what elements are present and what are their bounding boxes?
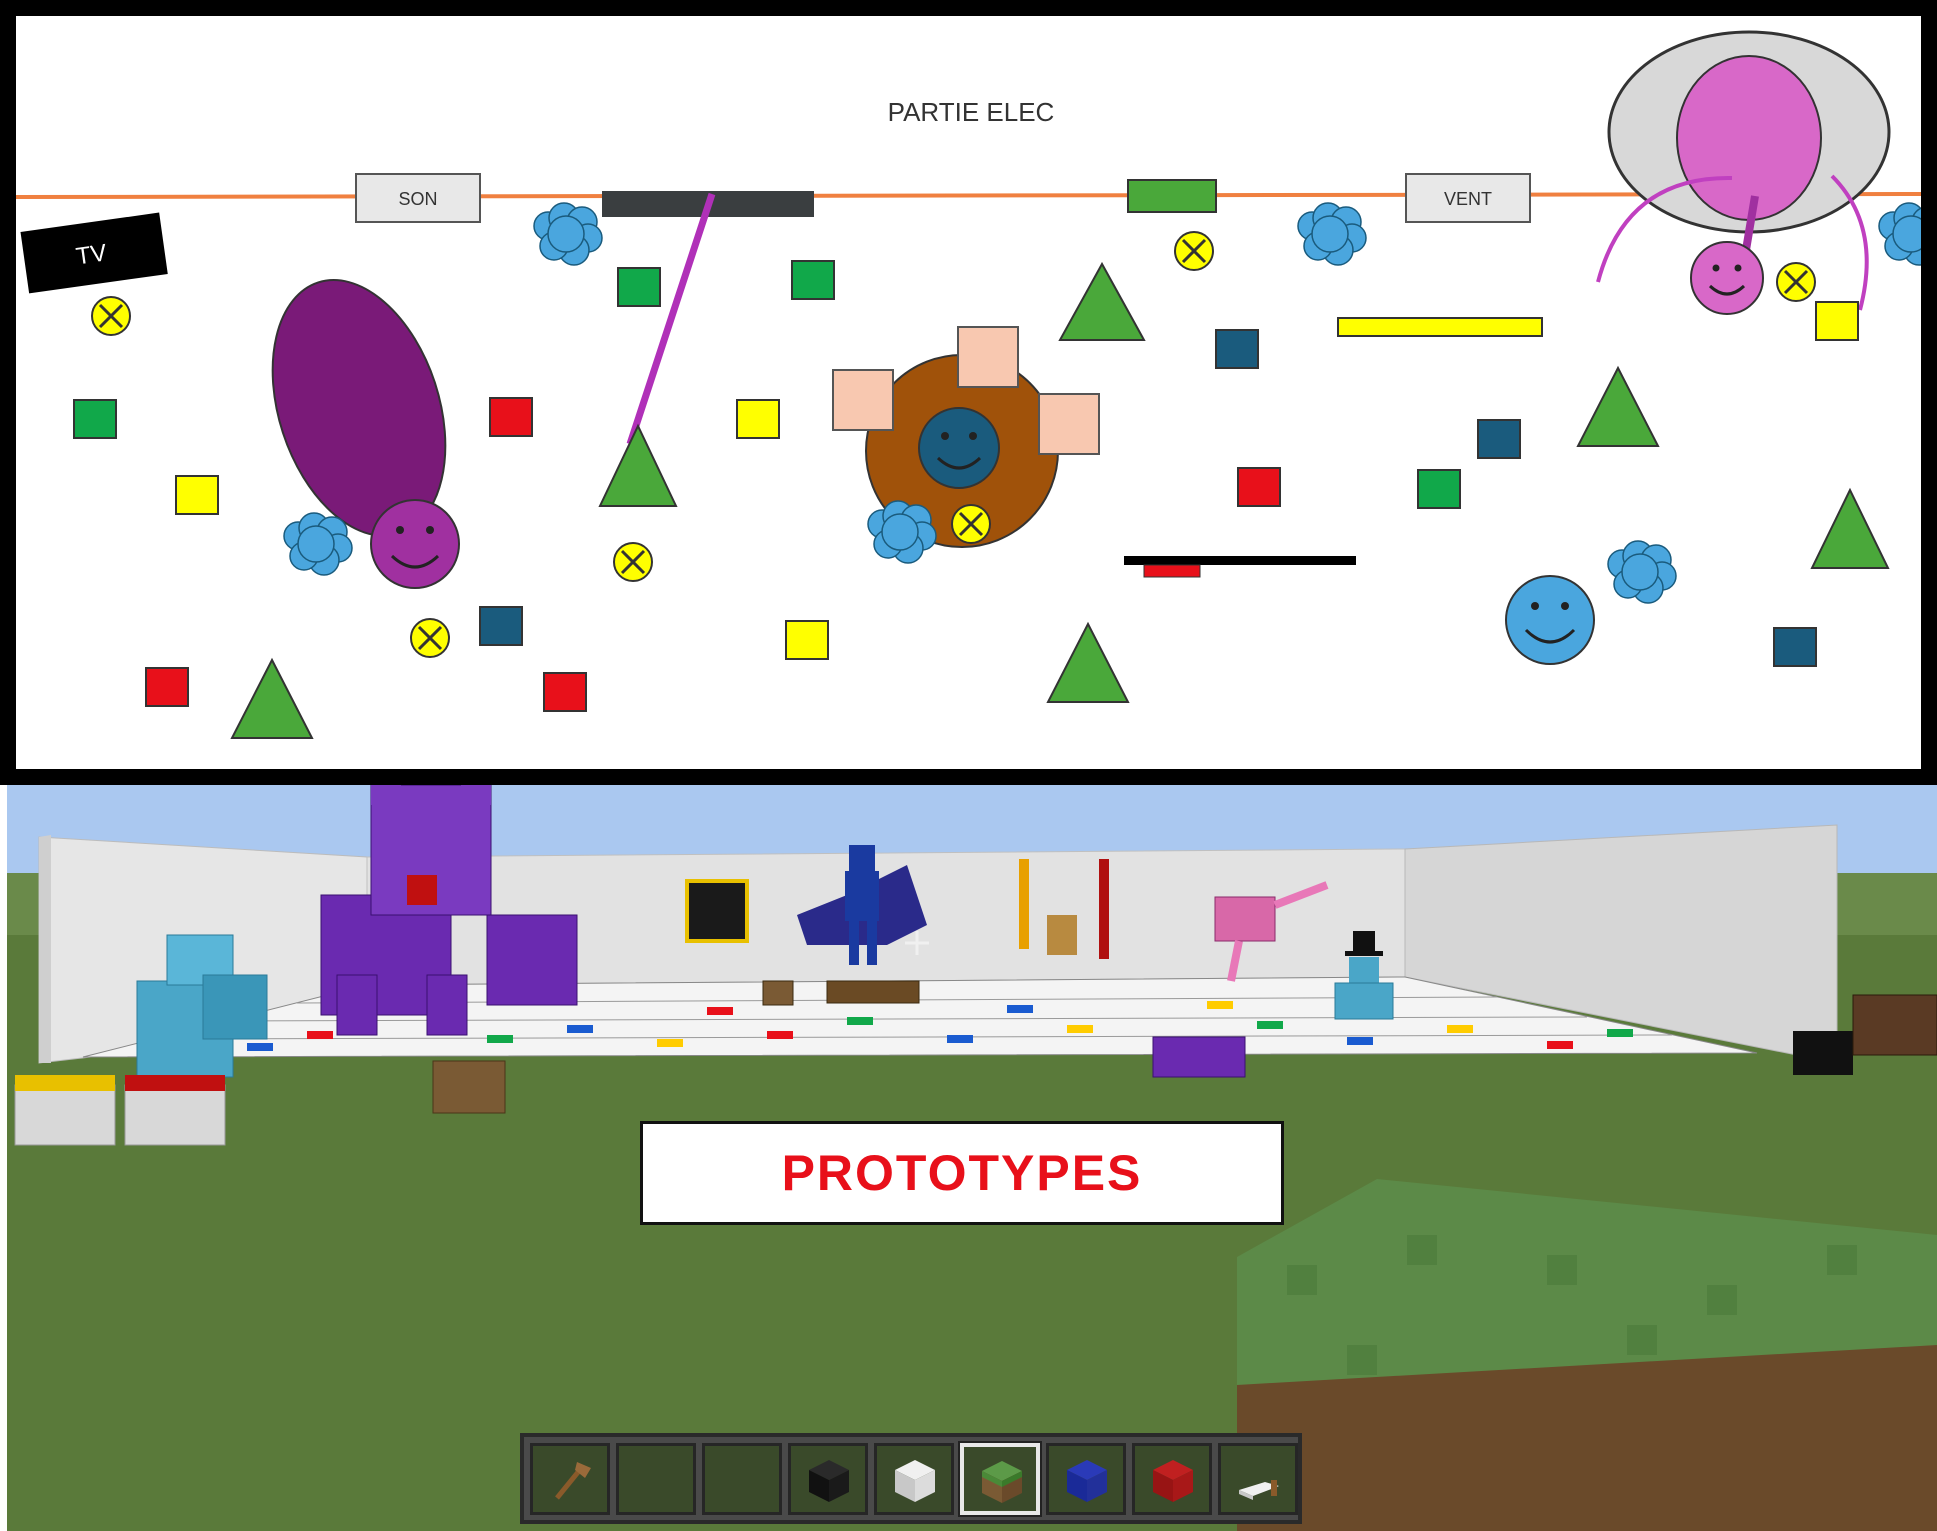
green-triangle <box>230 657 314 739</box>
blue-smiley-icon <box>1505 575 1595 665</box>
green-triangle <box>598 423 678 507</box>
cloud-icon <box>283 512 353 576</box>
black-bar <box>1124 556 1356 565</box>
peach-square <box>957 326 1019 388</box>
yellow-square <box>1815 301 1859 341</box>
lamp-icon <box>409 617 451 659</box>
purple-slab <box>1152 1036 1246 1078</box>
green-square <box>73 399 117 439</box>
yellow-square <box>785 620 829 660</box>
floor-plan-drawing: PARTIE ELEC TV SON VENT <box>16 30 1921 739</box>
held-grass-block <box>1237 1179 1937 1531</box>
hotbar-slot-axe[interactable] <box>530 1443 610 1515</box>
doorway <box>685 879 749 943</box>
green-triangle <box>1058 261 1146 341</box>
teal-square <box>1773 627 1817 667</box>
green-bar <box>1127 179 1217 213</box>
hotbar-slot-white-block[interactable] <box>874 1443 954 1515</box>
prototypes-text: PROTOTYPES <box>781 1145 1143 1201</box>
cloud-icon <box>1878 202 1921 266</box>
cloud-icon <box>867 500 937 564</box>
wind-label: VENT <box>1444 189 1492 209</box>
red-square <box>145 667 189 707</box>
hotbar-slot-bed[interactable] <box>1218 1443 1298 1515</box>
wooden-crate <box>432 1060 506 1114</box>
pink-body <box>1676 55 1822 221</box>
black-block-icon <box>809 1460 849 1502</box>
cloud-icon <box>533 202 603 266</box>
purple-smiley-icon <box>370 499 460 589</box>
cloud-icon <box>1297 202 1367 266</box>
hotbar-slot-grass-block-selected[interactable] <box>958 1441 1042 1517</box>
peach-square <box>832 369 894 431</box>
wooden-bench <box>1852 994 1937 1056</box>
yellow-bar <box>1337 317 1543 337</box>
green-triangle <box>1576 365 1660 447</box>
magenta-pole <box>626 192 716 446</box>
green-square <box>617 267 661 307</box>
lamp-icon <box>90 295 132 337</box>
red-pillar <box>1099 859 1109 959</box>
grass-block-icon <box>982 1461 1022 1503</box>
lamp-icon <box>950 503 992 545</box>
peach-square <box>1038 393 1100 455</box>
red-segment <box>1143 564 1201 578</box>
lamp-icon <box>612 541 654 583</box>
green-triangle <box>1810 487 1890 569</box>
prototypes-banner: PROTOTYPES <box>640 1121 1284 1225</box>
yellow-square <box>736 399 780 439</box>
red-square <box>543 672 587 712</box>
blue-block-icon <box>1067 1460 1107 1502</box>
teal-square <box>1215 329 1259 369</box>
lantern <box>1047 915 1077 955</box>
plan-frame: PARTIE ELEC TV SON VENT <box>0 0 1937 785</box>
lamp-icon <box>1775 261 1817 303</box>
axe-icon <box>555 1462 591 1500</box>
floor-plan: PARTIE ELEC TV SON VENT <box>16 16 1921 769</box>
hotbar-slot-blue-block[interactable] <box>1046 1443 1126 1515</box>
lamp-icon <box>1173 230 1215 272</box>
black-block <box>1793 1031 1853 1075</box>
red-square <box>489 397 533 437</box>
bed-icon <box>1239 1480 1279 1500</box>
teal-square <box>479 606 523 646</box>
teal-smiley-icon <box>918 407 1000 489</box>
pink-smiley-icon <box>1690 241 1764 315</box>
white-block-icon <box>895 1460 935 1502</box>
tv-label: TV <box>74 239 108 270</box>
wooden-platform <box>826 980 920 1004</box>
cable-line <box>16 192 1921 199</box>
tv-screen: TV <box>20 212 168 294</box>
chest <box>762 980 794 1006</box>
green-triangle <box>1046 621 1130 703</box>
hotbar-slot-red-block[interactable] <box>1132 1443 1212 1515</box>
teal-square <box>1477 419 1521 459</box>
hotbar[interactable] <box>520 1433 1302 1524</box>
plan-title: PARTIE ELEC <box>888 97 1055 127</box>
sound-label: SON <box>398 189 437 209</box>
hotbar-slot-empty[interactable] <box>702 1443 782 1515</box>
red-block-icon <box>1153 1460 1193 1502</box>
yellow-square <box>175 475 219 515</box>
green-square <box>1417 469 1461 509</box>
hotbar-slot-black-block[interactable] <box>788 1443 868 1515</box>
hotbar-slot-empty[interactable] <box>616 1443 696 1515</box>
yellow-pillar <box>1019 859 1029 949</box>
green-square <box>791 260 835 300</box>
cloud-icon <box>1607 540 1677 604</box>
red-square <box>1237 467 1281 507</box>
